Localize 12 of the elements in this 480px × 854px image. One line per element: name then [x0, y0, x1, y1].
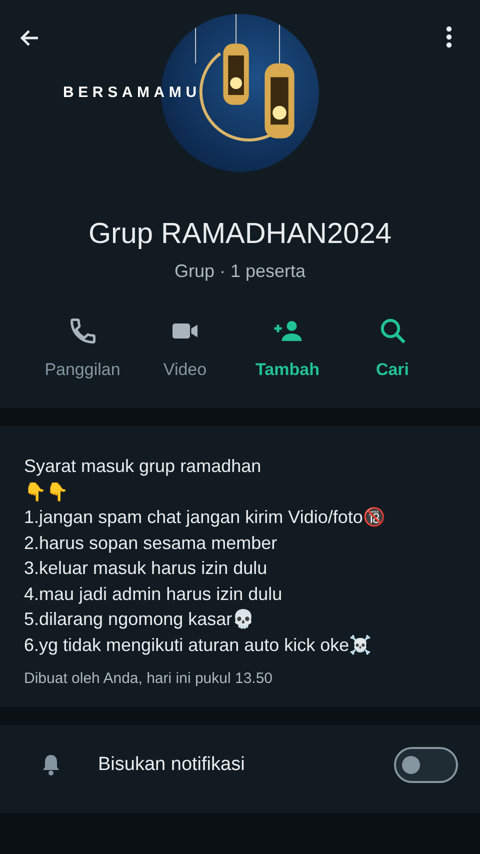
- created-by-text: Dibuat oleh Anda, hari ini pukul 13.50: [24, 670, 274, 687]
- overlay-caption: BERSAMAMU: [63, 84, 201, 101]
- bell-icon: [40, 753, 62, 777]
- toggle-switch[interactable]: [394, 747, 458, 783]
- phone-icon: [68, 316, 98, 346]
- group-name: Grup RAMADHAN2024: [88, 218, 392, 251]
- group-subtitle: Grup · 1 peserta: [173, 261, 307, 282]
- more-icon: [446, 26, 452, 48]
- group-description: Syarat masuk grup ramadhan 👇👇 1.jangan spam chat jangan kirim Vidio/foto🔞 2.harus sopan sesama member 3.keluar masuk harus izin dulu 4.mau jadi admin harus izin dulu 5.dilarang ngomong kasar💀 6.yg tidak mengikuti aturan auto kick oke☠: [24, 455, 386, 657]
- setting-label: Bisukan notifikasi: [98, 754, 246, 776]
- action-button[interactable]: Cari: [340, 312, 445, 384]
- action-button[interactable]: Tambah: [235, 312, 340, 384]
